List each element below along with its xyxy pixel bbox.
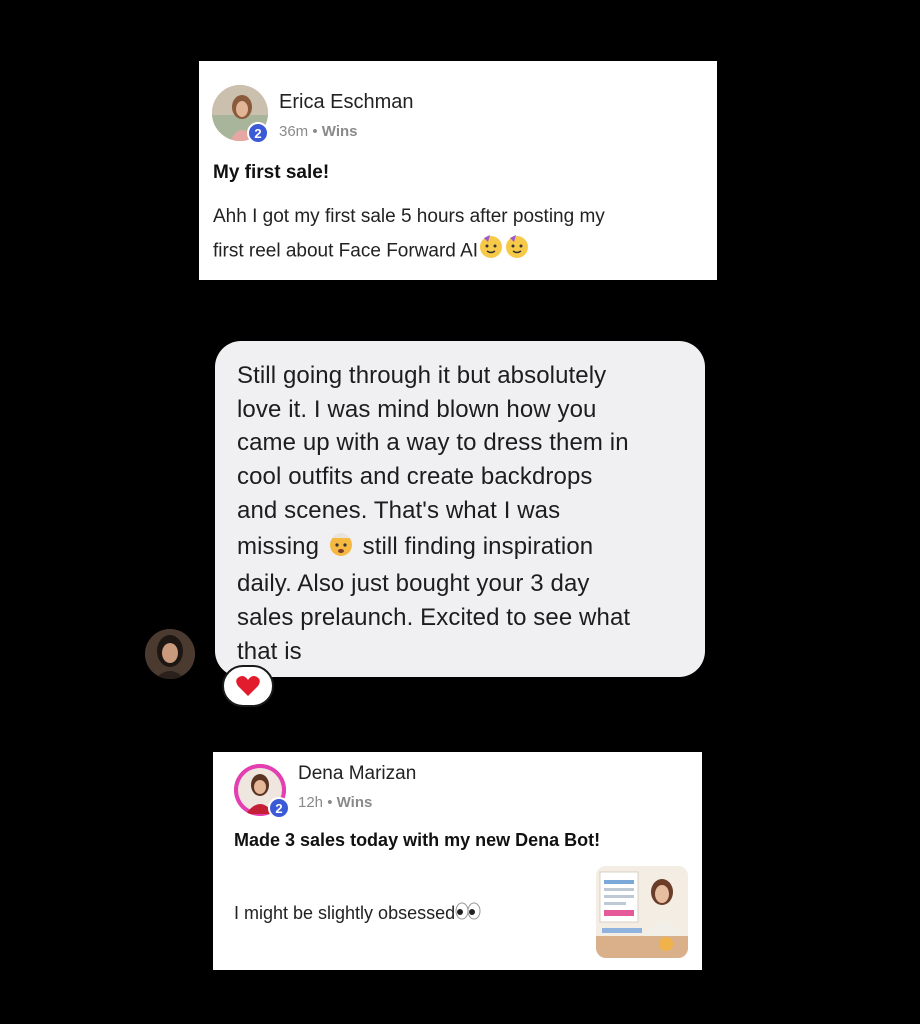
message-line: and scenes. That's what I was: [237, 496, 561, 524]
partying-face-icon: [478, 233, 504, 270]
meta-separator: •: [312, 123, 318, 140]
message-line: Still going through it but absolutely: [237, 362, 607, 389]
message-text-part: still finding inspiration: [362, 532, 594, 560]
message-line: daily. Also just bought your 3 day: [237, 570, 590, 598]
level-badge: 2: [268, 797, 290, 819]
message-line: love it. I was mind blown how you: [237, 395, 597, 423]
post-category[interactable]: Wins: [322, 123, 358, 140]
author-name[interactable]: Dena Marizan: [298, 763, 416, 785]
message-bubble[interactable]: Still going through it but absolutely lo…: [215, 341, 705, 677]
message-line: missing still finding inspiration: [237, 528, 683, 568]
message-line: sales prelaunch. Excited to see what: [237, 603, 631, 631]
post-time: 12h: [298, 794, 324, 811]
post-title[interactable]: Made 3 sales today with my new Dena Bot!: [234, 830, 600, 851]
post-body-line: Ahh I got my first sale 5 hours after po…: [213, 206, 605, 227]
post-body-line: first reel about Face Forward AI: [213, 233, 605, 270]
exploding-head-icon: [326, 528, 356, 568]
sender-avatar[interactable]: [145, 629, 195, 679]
author-avatar[interactable]: 2: [212, 85, 269, 144]
message-line: came up with a way to dress them in: [237, 429, 629, 457]
post-thumbnail[interactable]: [596, 866, 688, 958]
post-card-erica[interactable]: 2 Erica Eschman 36m • Wins My first sale…: [199, 61, 717, 280]
message-text-part: missing: [237, 532, 320, 560]
post-body: I might be slightly obsessed: [234, 897, 481, 931]
level-badge: 2: [247, 122, 269, 144]
sender-photo-icon: [145, 629, 195, 679]
post-body-text: I might be slightly obsessed: [234, 903, 456, 923]
post-category[interactable]: Wins: [337, 794, 373, 811]
message-line: cool outfits and create backdrops: [237, 463, 593, 491]
post-meta: 12h • Wins: [298, 794, 372, 811]
thumbnail-image-icon: [596, 866, 688, 958]
message-text: Still going through it but absolutely lo…: [237, 359, 683, 668]
message-line: that is: [237, 637, 302, 665]
meta-separator: •: [327, 794, 333, 811]
reaction-badge[interactable]: [222, 665, 274, 707]
partying-face-icon: [504, 233, 530, 270]
post-title[interactable]: My first sale!: [213, 162, 329, 184]
author-avatar[interactable]: 2: [234, 764, 290, 819]
author-name[interactable]: Erica Eschman: [279, 91, 414, 114]
heart-icon: [236, 676, 260, 696]
post-meta: 36m • Wins: [279, 123, 358, 140]
post-body-text: first reel about Face Forward AI: [213, 240, 479, 262]
eyes-icon: [455, 898, 481, 931]
post-body: Ahh I got my first sale 5 hours after po…: [213, 200, 605, 270]
post-time: 36m: [279, 123, 309, 140]
